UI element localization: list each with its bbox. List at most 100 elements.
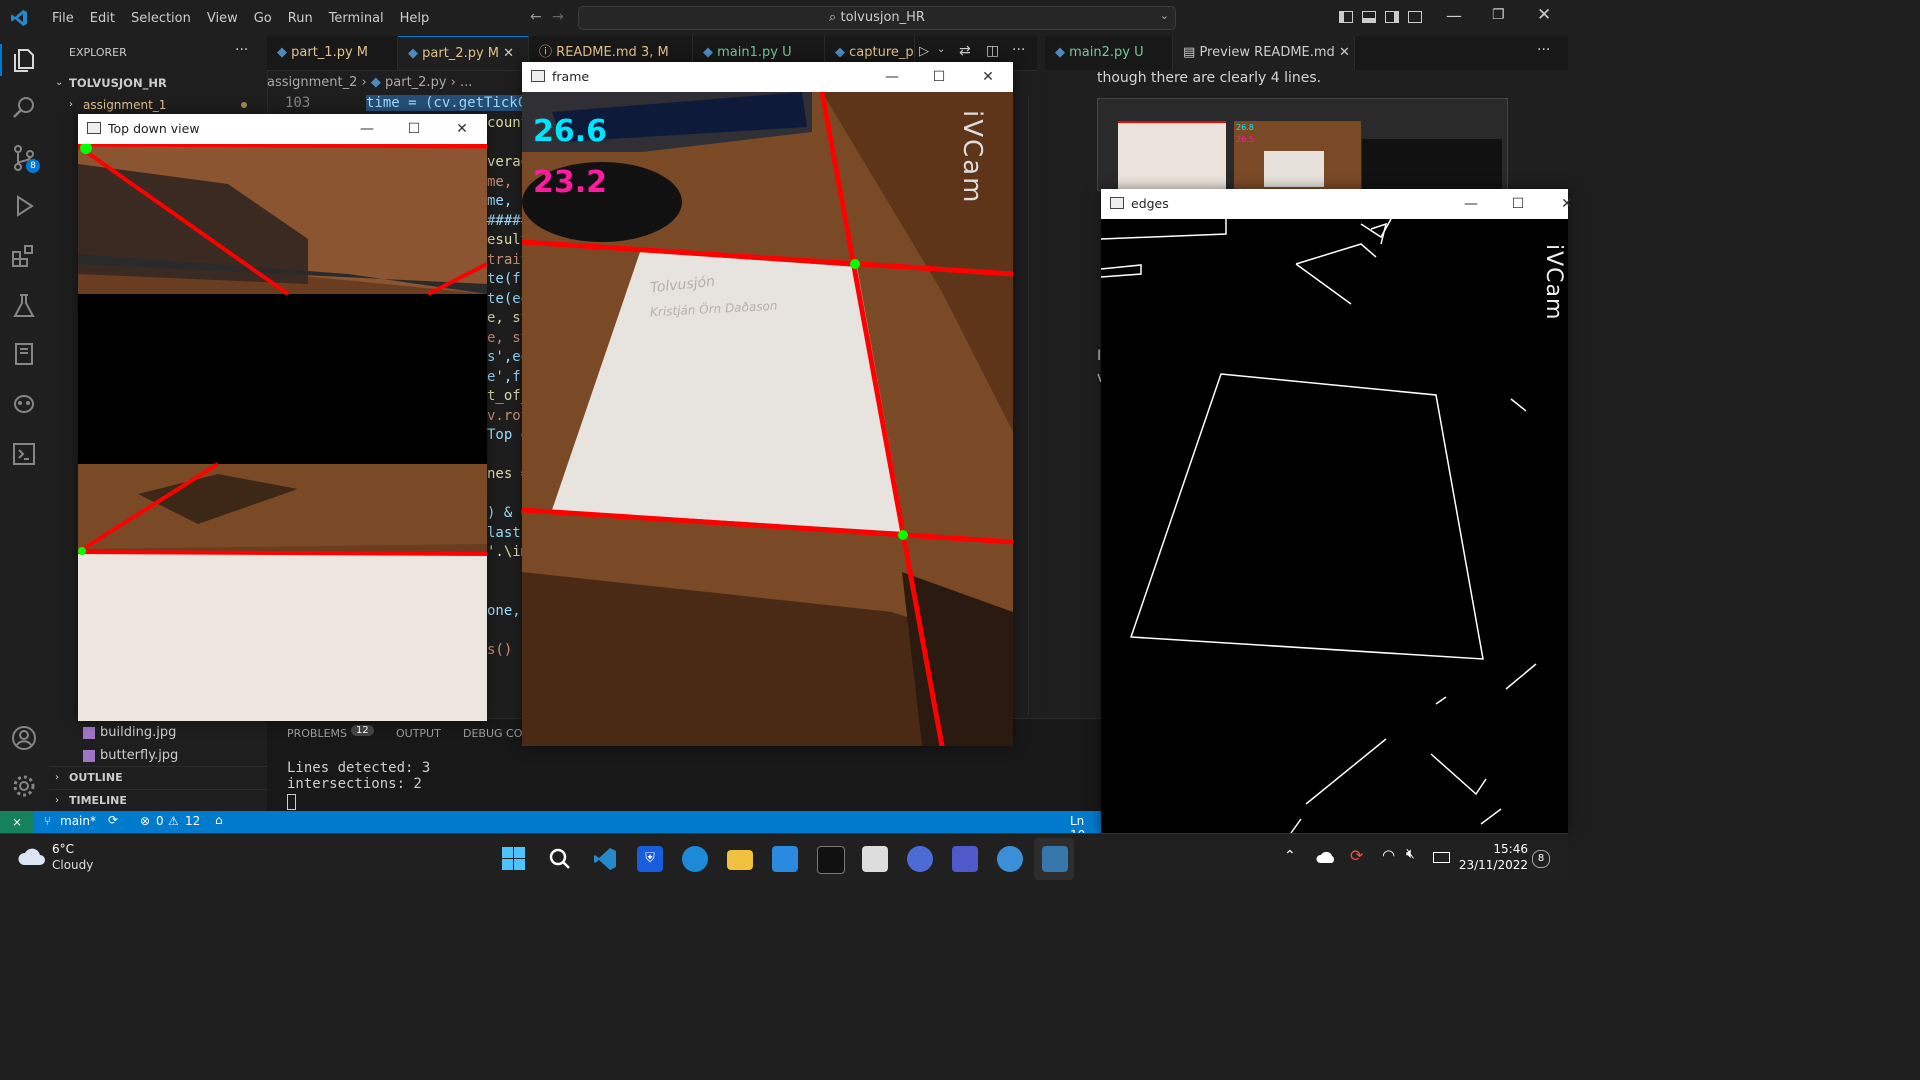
start-icon[interactable]: [501, 846, 527, 872]
tab-output[interactable]: OUTPUT: [396, 727, 441, 740]
breadcrumb-rest[interactable]: ...: [460, 75, 472, 90]
notification-badge[interactable]: 8: [1532, 850, 1550, 868]
tab-part-2[interactable]: ◆ part_2.py M ✕: [398, 36, 529, 70]
minimize-icon[interactable]: —: [356, 118, 378, 140]
chevron-up-icon[interactable]: ⌃: [1284, 848, 1296, 864]
app-icon[interactable]: [907, 846, 933, 872]
remote-indicator-icon[interactable]: ⨯: [0, 811, 34, 833]
menu-view[interactable]: View: [199, 11, 246, 26]
run-debug-icon[interactable]: [10, 192, 38, 220]
cloud-weather-icon[interactable]: [18, 847, 46, 867]
remote-explorer-icon[interactable]: [10, 440, 38, 468]
maximize-icon[interactable]: ☐: [403, 118, 425, 140]
minimize-icon[interactable]: —: [881, 66, 903, 88]
menu-file[interactable]: File: [44, 11, 82, 26]
warning-count[interactable]: 12: [185, 814, 200, 828]
window-title-bar[interactable]: Top down view — ☐ ✕: [78, 114, 487, 144]
compare-changes-icon[interactable]: ⇄: [959, 43, 971, 59]
command-center[interactable]: ⌕ tolvusjon_HR ⌄: [578, 6, 1176, 30]
more-actions-icon[interactable]: ···: [1012, 42, 1025, 58]
workspace-root[interactable]: ⌄ TOLVUSJON_HR: [49, 72, 267, 94]
folder-assignment-1[interactable]: › assignment_1: [49, 94, 267, 116]
close-icon[interactable]: ✕: [977, 66, 999, 88]
sync-app-icon[interactable]: ⟳: [1350, 846, 1363, 865]
error-count[interactable]: 0: [156, 814, 164, 828]
toggle-secondary-sidebar-icon[interactable]: [1385, 11, 1399, 23]
weather-text[interactable]: Cloudy: [52, 858, 93, 872]
volume-muted-icon[interactable]: 🔇︎: [1406, 846, 1415, 862]
nav-forward-icon[interactable]: →: [552, 9, 564, 25]
menu-terminal[interactable]: Terminal: [321, 11, 392, 26]
split-editor-icon[interactable]: ◫: [986, 43, 999, 59]
teams-icon[interactable]: [952, 846, 978, 872]
close-icon[interactable]: ✕: [451, 118, 473, 140]
tab-part-1[interactable]: ◆ part_1.py M: [267, 36, 398, 70]
tab-preview-readme[interactable]: ▤ Preview README.md ✕: [1173, 36, 1355, 70]
terminal-icon[interactable]: [817, 846, 845, 874]
minimize-icon[interactable]: —: [1446, 6, 1462, 25]
close-tab-icon[interactable]: ✕: [1339, 45, 1350, 60]
extensions-icon[interactable]: [10, 242, 38, 270]
tab-problems[interactable]: PROBLEMS: [287, 727, 347, 740]
maximize-icon[interactable]: ☐: [928, 66, 950, 88]
chevron-down-icon[interactable]: ⌄: [937, 44, 945, 55]
python-icon[interactable]: [1042, 846, 1068, 872]
testing-icon[interactable]: [10, 292, 38, 320]
window-title-bar[interactable]: edges — ☐ ✕: [1101, 189, 1573, 219]
maximize-icon[interactable]: ☐: [1507, 193, 1529, 215]
notebook-icon[interactable]: [10, 340, 38, 368]
window-title-bar[interactable]: frame — ☐ ✕: [522, 62, 1013, 92]
customize-layout-icon[interactable]: [1408, 11, 1422, 23]
clock-time[interactable]: 15:46: [1466, 842, 1528, 856]
search-icon[interactable]: [547, 846, 573, 872]
more-actions-icon[interactable]: ···: [1537, 42, 1550, 58]
globe-app-icon[interactable]: [997, 846, 1023, 872]
snipping-tool-icon[interactable]: [862, 846, 888, 872]
code-line-103[interactable]: time = (cv.getTickCo: [366, 95, 535, 111]
menu-help[interactable]: Help: [392, 11, 438, 26]
alien-extension-icon[interactable]: [10, 390, 38, 418]
chevron-down-icon[interactable]: ⌄: [1160, 9, 1169, 22]
run-file-icon[interactable]: ▷: [919, 44, 929, 59]
vscode-taskbar-icon[interactable]: [592, 846, 618, 872]
wifi-icon[interactable]: ◠: [1382, 846, 1395, 864]
battery-icon[interactable]: [1433, 852, 1450, 863]
files-icon[interactable]: [10, 46, 38, 74]
branch-name[interactable]: main*: [60, 814, 96, 828]
toggle-panel-icon[interactable]: [1362, 11, 1376, 23]
sync-icon[interactable]: ⟳: [108, 813, 118, 827]
close-icon[interactable]: ✕: [1537, 5, 1551, 25]
breadcrumb-file[interactable]: part_2.py: [385, 75, 447, 90]
settings-gear-icon[interactable]: [10, 772, 38, 800]
toggle-sidebar-icon[interactable]: [1339, 11, 1353, 23]
breadcrumb-folder[interactable]: assignment_2: [267, 75, 357, 90]
menu-run[interactable]: Run: [280, 11, 321, 26]
search-icon[interactable]: [10, 94, 38, 122]
file-building[interactable]: building.jpg: [49, 722, 267, 744]
timeline-section[interactable]: › TIMELINE: [49, 789, 267, 812]
onedrive-icon[interactable]: [1316, 850, 1336, 864]
editor-scrollbar[interactable]: [1028, 95, 1037, 715]
weather-temp[interactable]: 6°C: [52, 842, 74, 856]
edge-browser-icon[interactable]: [682, 846, 708, 872]
more-actions-icon[interactable]: ···: [235, 42, 248, 58]
menu-edit[interactable]: Edit: [82, 11, 123, 26]
nav-back-icon[interactable]: ←: [530, 9, 542, 25]
minimize-icon[interactable]: —: [1460, 193, 1482, 215]
tab-main2[interactable]: ◆ main2.py U: [1045, 36, 1173, 70]
bitwarden-icon[interactable]: ⛨: [637, 846, 663, 872]
menu-selection[interactable]: Selection: [123, 11, 199, 26]
file-explorer-icon[interactable]: [727, 850, 753, 870]
menu-go[interactable]: Go: [246, 11, 280, 26]
tab-debug-console[interactable]: DEBUG CON: [463, 727, 531, 740]
clock-date[interactable]: 23/11/2022: [1456, 858, 1528, 872]
accounts-icon[interactable]: [10, 724, 38, 752]
file-butterfly[interactable]: butterfly.jpg: [49, 745, 267, 767]
close-icon[interactable]: ✕: [1556, 193, 1578, 215]
outline-section[interactable]: › OUTLINE: [49, 766, 267, 789]
restore-icon[interactable]: ❐: [1492, 7, 1505, 23]
close-tab-icon[interactable]: ✕: [503, 46, 514, 61]
mail-icon[interactable]: [772, 846, 798, 872]
terminal-cursor[interactable]: [287, 794, 296, 810]
home-icon[interactable]: ⌂: [215, 813, 223, 827]
